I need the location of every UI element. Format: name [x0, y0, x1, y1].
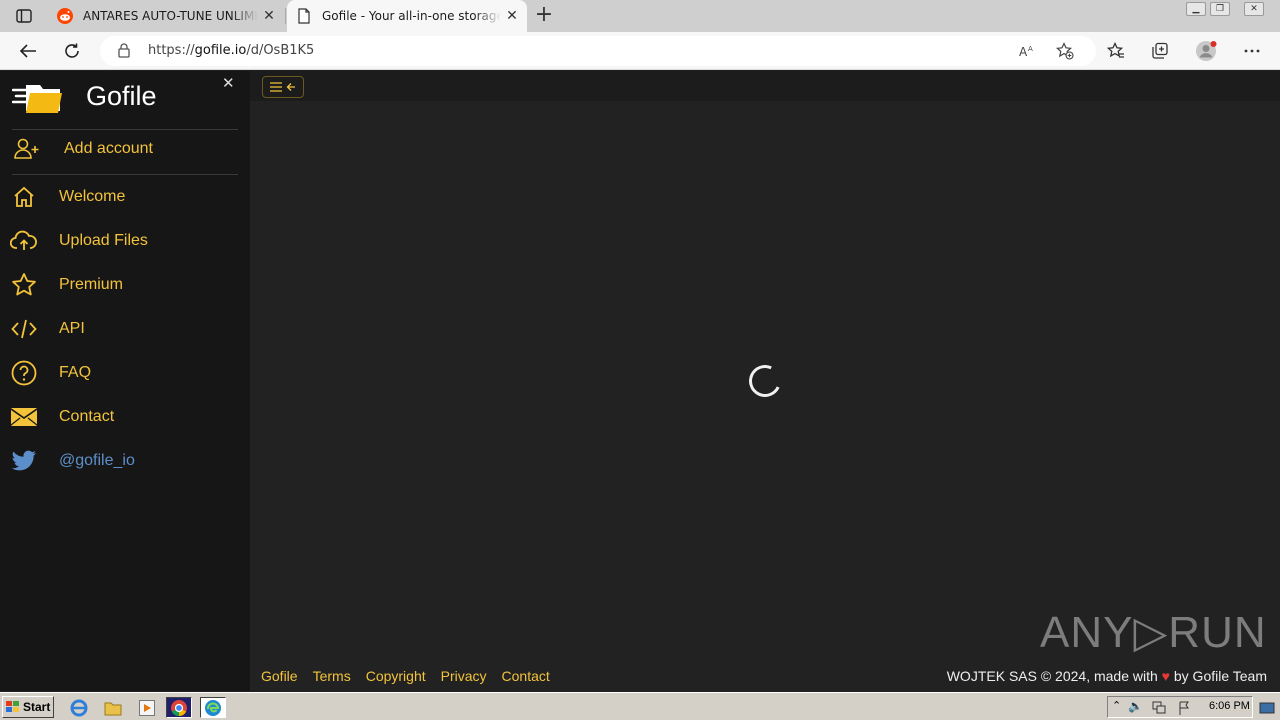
- sidebar-item-label: Welcome: [59, 188, 126, 205]
- tab-close-icon[interactable]: ✕: [258, 5, 280, 27]
- sidebar-toggle-button[interactable]: [262, 76, 304, 98]
- footer-link-privacy[interactable]: Privacy: [441, 668, 487, 684]
- sidebar-item-upload-files[interactable]: Upload Files: [10, 227, 148, 255]
- twitter-icon: [10, 447, 38, 475]
- cloud-upload-icon: [10, 227, 38, 255]
- volume-icon[interactable]: 🔈: [1128, 699, 1143, 713]
- ie-icon[interactable]: [66, 697, 92, 718]
- code-icon: [10, 315, 38, 343]
- add-account-label: Add account: [64, 140, 153, 157]
- sidebar-item-label: Contact: [59, 408, 115, 425]
- url-text: https://gofile.io/d/OsB1K5: [148, 43, 315, 58]
- tab-actions-button[interactable]: [8, 6, 40, 26]
- sidebar-close-icon[interactable]: ✕: [222, 74, 235, 92]
- sidebar-item-label: API: [59, 320, 85, 337]
- system-tray: ⌃ 🔈 6:06 PM: [1107, 696, 1253, 718]
- sidebar: Gofile ✕ Add account Welcome Upload File…: [0, 71, 250, 691]
- back-button[interactable]: [15, 39, 41, 63]
- sidebar-item-contact[interactable]: Contact: [10, 403, 114, 431]
- add-favorite-icon[interactable]: [1055, 42, 1075, 60]
- network-icon[interactable]: [1152, 700, 1166, 719]
- footer-link-gofile[interactable]: Gofile: [261, 668, 298, 684]
- heart-icon: ♥: [1161, 668, 1170, 684]
- loading-spinner: [744, 360, 786, 402]
- tab-gofile[interactable]: Gofile - Your all-in-one storage solutio…: [287, 0, 527, 32]
- page-content: Gofile ✕ Add account Welcome Upload File…: [0, 71, 1280, 691]
- footer-link-terms[interactable]: Terms: [313, 668, 351, 684]
- copyright-suffix: by Gofile Team: [1173, 668, 1267, 684]
- url-bar[interactable]: https://gofile.io/d/OsB1K5 AA: [100, 36, 1096, 66]
- arrow-left-icon: [286, 83, 295, 91]
- sidebar-item-api[interactable]: API: [10, 315, 85, 343]
- show-desktop-icon[interactable]: [1256, 697, 1278, 718]
- tab-title: ANTARES AUTO-TUNE UNLIMITED: [83, 9, 258, 23]
- top-strip: [250, 71, 1280, 101]
- svg-text:A: A: [1028, 45, 1033, 53]
- flag-icon[interactable]: [1178, 700, 1190, 719]
- read-aloud-icon[interactable]: AA: [1018, 42, 1038, 60]
- clock[interactable]: 6:06 PM: [1209, 700, 1250, 712]
- tab-antares[interactable]: ANTARES AUTO-TUNE UNLIMITED ✕: [48, 0, 284, 32]
- gofile-logo-icon[interactable]: [11, 79, 64, 115]
- windows-logo-icon: [6, 701, 19, 712]
- windows-taskbar: Start ⌃ 🔈 6:06 PM: [0, 692, 1280, 720]
- footer-link-contact[interactable]: Contact: [502, 668, 550, 684]
- sidebar-item-faq[interactable]: FAQ: [10, 359, 91, 387]
- more-menu-icon[interactable]: [1241, 40, 1263, 62]
- sidebar-item-twitter[interactable]: @gofile_io: [10, 447, 135, 475]
- browser-tab-bar: ANTARES AUTO-TUNE UNLIMITED ✕ Gofile - Y…: [0, 0, 1280, 32]
- sidebar-item-premium[interactable]: Premium: [10, 271, 123, 299]
- edge-icon[interactable]: [200, 697, 226, 718]
- start-button[interactable]: Start: [2, 696, 54, 718]
- copyright-prefix: WOJTEK SAS © 2024, made with: [946, 668, 1158, 684]
- back-arrow-icon: [19, 44, 36, 58]
- minimize-button[interactable]: ▁: [1186, 2, 1206, 16]
- start-label: Start: [23, 700, 51, 714]
- new-tab-button[interactable]: +: [533, 4, 555, 28]
- tab-close-icon[interactable]: ✕: [501, 5, 523, 27]
- explorer-icon[interactable]: [100, 697, 126, 718]
- media-player-icon[interactable]: [134, 697, 160, 718]
- tab-title: Gofile - Your all-in-one storage solutio…: [322, 9, 501, 23]
- sidebar-item-label: Premium: [59, 276, 124, 293]
- sidebar-item-welcome[interactable]: Welcome: [10, 183, 125, 211]
- sidebar-item-label: FAQ: [59, 364, 92, 381]
- refresh-icon: [65, 43, 79, 58]
- sidebar-item-label: @gofile_io: [59, 452, 135, 469]
- profile-avatar-icon[interactable]: [1195, 40, 1217, 62]
- tab-separator: [285, 8, 286, 24]
- refresh-button[interactable]: [59, 39, 85, 63]
- footer-link-copyright[interactable]: Copyright: [366, 668, 426, 684]
- footer-links: Gofile Terms Copyright Privacy Contact: [261, 668, 550, 684]
- restore-button[interactable]: ❐: [1210, 2, 1230, 16]
- envelope-icon: [10, 403, 38, 431]
- divider: [12, 174, 238, 175]
- address-toolbar: https://gofile.io/d/OsB1K5 AA: [0, 32, 1280, 70]
- close-window-button[interactable]: ✕: [1244, 2, 1264, 16]
- footer-copyright: WOJTEK SAS © 2024, made with ♥ by Gofile…: [947, 668, 1267, 684]
- tray-expand-icon[interactable]: ⌃: [1112, 699, 1121, 712]
- page-icon: [295, 7, 313, 25]
- collections-icon[interactable]: [1149, 40, 1171, 62]
- home-icon: [10, 183, 38, 211]
- favorites-icon[interactable]: [1105, 40, 1127, 62]
- divider: [12, 129, 238, 130]
- svg-text:A: A: [1019, 45, 1028, 58]
- question-icon: [10, 359, 38, 387]
- brand-name[interactable]: Gofile: [86, 81, 157, 112]
- star-icon: [10, 271, 38, 299]
- add-user-icon: [14, 138, 39, 159]
- chrome-icon[interactable]: [166, 697, 192, 718]
- sidebar-item-label: Upload Files: [59, 232, 148, 249]
- add-account-button[interactable]: Add account: [14, 137, 153, 161]
- reddit-icon: [56, 7, 74, 25]
- hamburger-icon: [270, 82, 282, 92]
- lock-icon[interactable]: [118, 43, 130, 62]
- anyrun-watermark: ANY▷RUN: [1040, 608, 1267, 657]
- tab-actions-icon: [16, 9, 32, 23]
